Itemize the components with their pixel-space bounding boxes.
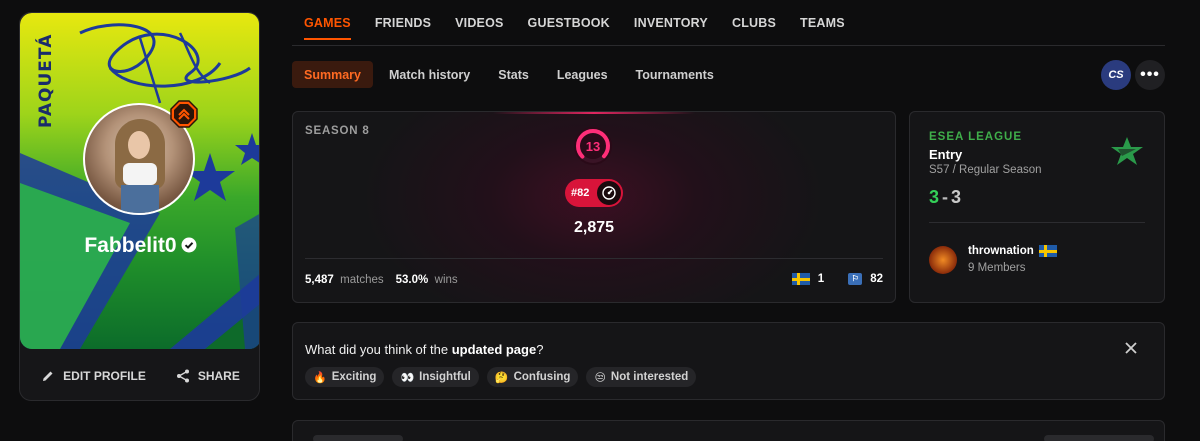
tab-inventory[interactable]: INVENTORY <box>622 0 720 46</box>
season-stats: 5,487 matches 53.0% wins <box>305 274 458 286</box>
share-label: SHARE <box>197 369 240 383</box>
thinking-face-icon: 🤔 <box>494 370 509 384</box>
reaction-label: Exciting <box>331 371 377 383</box>
league-season: S57 / Regular Season <box>929 164 1042 176</box>
pencil-icon <box>43 371 53 381</box>
username: Fabbelit0 <box>84 234 177 257</box>
league-division: Entry <box>929 147 963 162</box>
eyes-icon: 👀 <box>400 370 415 384</box>
section-link-placeholder[interactable] <box>1044 435 1154 441</box>
team-name: thrownation <box>968 245 1034 257</box>
matches-label: matches <box>340 274 384 286</box>
feedback-reactions: 🔥 Exciting 👀 Insightful 🤔 Confusing 😒 Not in… <box>305 367 697 387</box>
reaction-insightful-button[interactable]: 👀 Insightful <box>392 367 479 387</box>
divider <box>305 258 883 259</box>
unamused-face-icon: 😒 <box>594 370 606 384</box>
skill-level-value: 13 <box>585 138 601 154</box>
league-losses: 3 <box>951 187 962 207</box>
section-heading-placeholder <box>313 435 403 441</box>
share-icon <box>176 369 189 383</box>
tab-friends[interactable]: FRIENDS <box>363 0 443 46</box>
reaction-not-interested-button[interactable]: 😒 Not interested <box>586 367 697 387</box>
feedback-question: What did you think of the updated page? <box>305 342 543 357</box>
subtab-summary[interactable]: Summary <box>292 61 373 88</box>
profile-card: PAQUETÁ Fabbelit0 EDIT PROFILE SHARE <box>19 12 260 401</box>
esea-star-icon <box>1111 137 1143 165</box>
challenger-rank-icon <box>596 180 622 206</box>
league-record: 3-3 <box>929 187 961 208</box>
profile-actions: EDIT PROFILE SHARE <box>20 361 259 391</box>
team-name-row[interactable]: thrownation <box>968 245 1057 257</box>
share-button[interactable]: SHARE <box>176 369 240 383</box>
sub-nav: Summary Match history Stats Leagues Tour… <box>292 61 726 88</box>
feedback-question-suffix: ? <box>536 342 544 357</box>
fire-icon: 🔥 <box>313 370 327 384</box>
more-options-button[interactable]: ••• <box>1135 60 1165 90</box>
subtab-leagues[interactable]: Leagues <box>545 61 620 88</box>
elo-value: 2,875 <box>573 219 615 236</box>
league-card[interactable]: ESEA LEAGUE Entry S57 / Regular Season 3… <box>909 111 1165 303</box>
tab-videos[interactable]: VIDEOS <box>443 0 515 46</box>
reaction-label: Insightful <box>419 371 471 383</box>
profile-banner: PAQUETÁ Fabbelit0 <box>20 13 259 349</box>
top-nav: GAMES FRIENDS VIDEOS GUESTBOOK INVENTORY… <box>292 0 1165 46</box>
tab-teams[interactable]: TEAMS <box>788 0 857 46</box>
rank-value: #82 <box>571 187 590 199</box>
league-title: ESEA LEAGUE <box>929 131 1023 143</box>
region-icon: ⚐ <box>848 273 863 285</box>
game-selector-cs-icon[interactable]: CS <box>1101 60 1131 90</box>
season-card: SEASON 8 13 #82 2,875 5,487 matches 53.0%… <box>292 111 896 303</box>
sweden-flag-icon <box>791 273 810 285</box>
reaction-label: Not interested <box>610 371 689 383</box>
ranking-summary: 1 ⚐ 82 <box>791 273 883 285</box>
region-rank: 82 <box>870 273 883 285</box>
sweden-flag-icon <box>1038 245 1057 257</box>
skill-level-badge-icon <box>170 100 198 128</box>
country-rank: 1 <box>817 273 825 285</box>
tab-clubs[interactable]: CLUBS <box>720 0 788 46</box>
subtab-tournaments[interactable]: Tournaments <box>624 61 726 88</box>
tab-guestbook[interactable]: GUESTBOOK <box>516 0 622 46</box>
verified-icon <box>181 237 197 253</box>
reaction-exciting-button[interactable]: 🔥 Exciting <box>305 367 385 387</box>
feedback-question-prefix: What did you think of the <box>305 342 452 357</box>
winrate-value: 53.0% <box>395 274 429 286</box>
matches-count: 5,487 <box>305 274 334 286</box>
feedback-card: What did you think of the updated page? … <box>292 322 1165 400</box>
subtab-stats[interactable]: Stats <box>486 61 541 88</box>
banner-player-name: PAQUETÁ <box>36 33 56 128</box>
edit-profile-label: EDIT PROFILE <box>63 369 146 383</box>
feedback-question-bold: updated page <box>451 342 537 357</box>
wins-label: wins <box>434 274 458 286</box>
team-members: 9 Members <box>968 262 1026 274</box>
season-label: SEASON 8 <box>305 125 370 137</box>
reaction-confusing-button[interactable]: 🤔 Confusing <box>486 367 579 387</box>
league-wins: 3 <box>929 187 940 207</box>
tab-games[interactable]: GAMES <box>292 0 363 46</box>
subtab-match-history[interactable]: Match history <box>377 61 482 88</box>
divider <box>929 222 1145 223</box>
edit-profile-button[interactable]: EDIT PROFILE <box>41 369 146 383</box>
team-logo-icon[interactable] <box>929 246 957 274</box>
reaction-label: Confusing <box>513 371 571 383</box>
league-record-separator: - <box>942 187 949 207</box>
next-section-card <box>292 420 1165 441</box>
close-icon[interactable] <box>1124 341 1138 355</box>
username-row: Fabbelit0 <box>20 234 259 258</box>
